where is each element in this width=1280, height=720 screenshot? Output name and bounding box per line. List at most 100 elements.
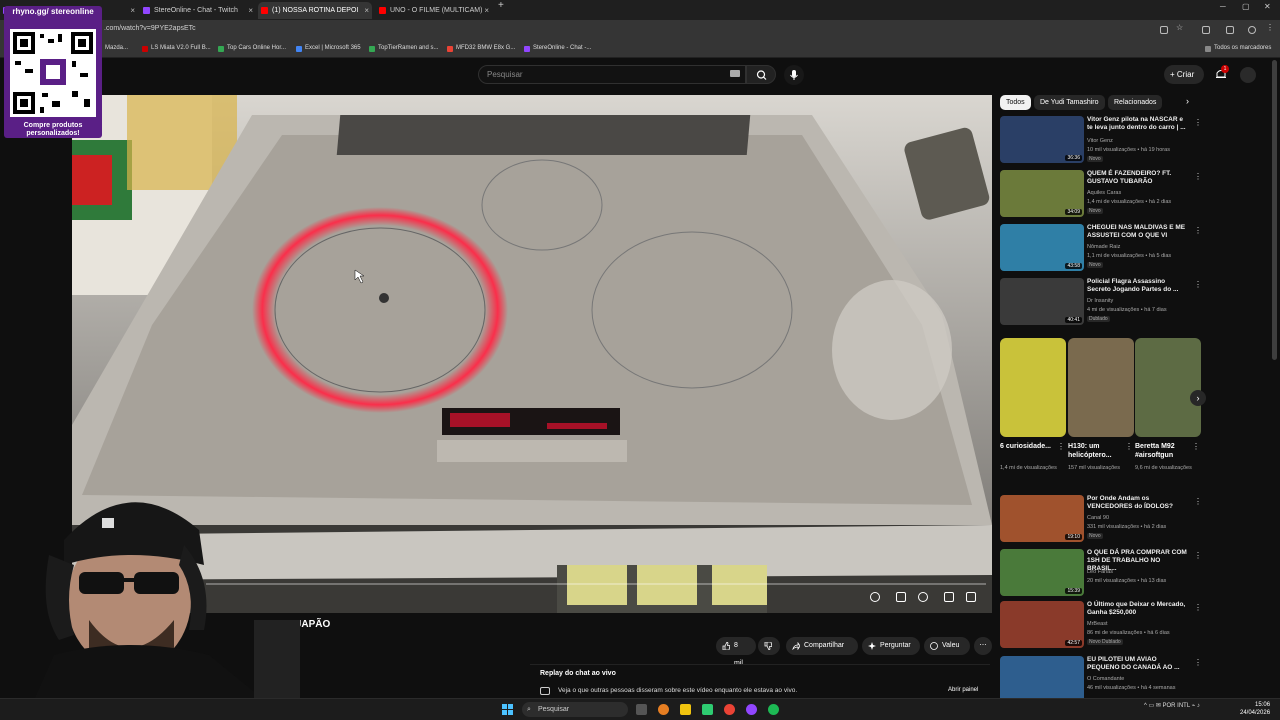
channel-name[interactable]: Canal 90: [1087, 515, 1190, 521]
short-title[interactable]: 6 curiosidade...: [1000, 442, 1058, 451]
video-progress-bar[interactable]: [206, 583, 986, 585]
short-thumbnail[interactable]: [1000, 338, 1066, 437]
bookmark-item[interactable]: Top Cars Online Hor...: [218, 45, 286, 52]
shorts-next-button[interactable]: ›: [1190, 390, 1206, 406]
system-tray[interactable]: ^ ▭ ✉ POR INTL ⌁ ♪: [1144, 702, 1200, 709]
close-window-icon[interactable]: ✕: [1264, 2, 1271, 11]
open-panel-button[interactable]: Abrir painel: [948, 687, 978, 693]
short-title[interactable]: H130: um helicóptero...: [1068, 442, 1126, 460]
video-title[interactable]: Vitor Genz pilota na NASCAR e te leva ju…: [1087, 116, 1190, 132]
short-thumbnail[interactable]: [1068, 338, 1134, 437]
video-title[interactable]: O Último que Deixar o Mercado, Ganha $25…: [1087, 601, 1190, 617]
cast-icon[interactable]: [1160, 26, 1168, 34]
chrome-icon[interactable]: [724, 704, 735, 715]
video-thumbnail[interactable]: 42:57: [1000, 601, 1084, 648]
video-thumbnail[interactable]: 36:36: [1000, 116, 1084, 163]
more-icon[interactable]: ⋮: [1192, 442, 1200, 451]
more-icon[interactable]: ⋮: [1194, 658, 1200, 667]
profile-icon[interactable]: [1248, 26, 1256, 34]
thanks-button[interactable]: Valeu: [924, 637, 970, 655]
video-title[interactable]: EU PILOTEI UM AVIÃO PEQUENO DO CANADÁ AO…: [1087, 656, 1190, 672]
channel-name[interactable]: Aquiles Caras: [1087, 190, 1190, 196]
tab-youtube-uno[interactable]: UNO - O FILME (MULTICAM) ×: [376, 2, 492, 19]
more-icon[interactable]: ⋮: [1194, 603, 1202, 612]
video-thumbnail[interactable]: 19:10: [1000, 495, 1084, 542]
short-thumbnail[interactable]: [1135, 338, 1201, 437]
chip-channel[interactable]: De Yudi Tamashiro: [1034, 95, 1105, 110]
more-icon[interactable]: ⋮: [1057, 442, 1065, 451]
task-view-icon[interactable]: [636, 704, 647, 715]
autoplay-toggle-icon[interactable]: [870, 592, 880, 602]
video-thumbnail[interactable]: 15:39: [1000, 549, 1084, 596]
fullscreen-icon[interactable]: [966, 592, 976, 602]
star-icon[interactable]: ☆: [1176, 23, 1184, 32]
channel-name[interactable]: Vitor Genz: [1087, 138, 1190, 144]
address-bar[interactable]: .com/watch?v=9PYE2apsETc: [104, 25, 196, 32]
close-icon[interactable]: ×: [130, 2, 135, 19]
video-title[interactable]: QUEM É FAZENDEIRO? FT. GUSTAVO TUBARÃO: [1087, 170, 1190, 186]
bookmark-item[interactable]: StereOnline - Chat -...: [524, 45, 591, 52]
video-thumbnail[interactable]: 40:41: [1000, 278, 1084, 325]
bookmark-item[interactable]: TopTierRamen and s...: [369, 45, 438, 52]
theater-mode-icon[interactable]: [944, 592, 954, 602]
scrollbar[interactable]: [1272, 60, 1277, 360]
recommended-video[interactable]: 40:41 Policial Flagra Assassino Secreto …: [1000, 278, 1202, 330]
recommended-video[interactable]: 42:57 O Último que Deixar o Mercado, Gan…: [1000, 601, 1202, 653]
extensions-icon[interactable]: [1202, 26, 1210, 34]
search-input[interactable]: Pesquisar: [478, 65, 746, 84]
more-icon[interactable]: ⋮: [1194, 172, 1202, 181]
channel-name[interactable]: Nômade Raiz: [1087, 244, 1190, 250]
close-icon[interactable]: ×: [484, 2, 489, 19]
settings-icon[interactable]: [918, 592, 928, 602]
browser-icon[interactable]: [658, 704, 669, 715]
ask-button[interactable]: Perguntar: [862, 637, 920, 655]
channel-name[interactable]: Dr Insanity: [1087, 298, 1190, 304]
recommended-video[interactable]: 19:10 Por Onde Andam os VENCEDORES do ÍD…: [1000, 495, 1202, 547]
dislike-button[interactable]: [758, 637, 780, 655]
avatar[interactable]: [1240, 67, 1256, 83]
recommended-video[interactable]: 15:39 O QUE DÁ PRA COMPRAR COM 1SH DE TR…: [1000, 549, 1202, 601]
short-title[interactable]: Beretta M92 #airsoftgun: [1135, 442, 1193, 460]
more-icon[interactable]: ⋮: [1194, 226, 1202, 235]
bookmark-item[interactable]: MFD32 BMW E8x G...: [447, 45, 515, 52]
like-button[interactable]: 8 mil: [716, 637, 756, 667]
spotify-icon[interactable]: [768, 704, 779, 715]
more-icon[interactable]: ⋮: [1194, 280, 1202, 289]
file-explorer-icon[interactable]: [680, 704, 691, 715]
keyboard-icon[interactable]: [730, 70, 740, 77]
clock[interactable]: 15:06 24/04/2026: [1240, 701, 1270, 717]
chip-all[interactable]: Todos: [1000, 95, 1031, 110]
recommended-video[interactable]: 34:09 QUEM É FAZENDEIRO? FT. GUSTAVO TUB…: [1000, 170, 1202, 222]
discord-icon[interactable]: [746, 704, 757, 715]
video-title[interactable]: Por Onde Andam os VENCEDORES do ÍDOLOS?: [1087, 495, 1190, 511]
channel-name[interactable]: Leo Farias: [1087, 569, 1190, 575]
new-tab-button[interactable]: +: [498, 0, 504, 11]
taskbar-search[interactable]: ⌕ Pesquisar: [522, 702, 628, 717]
more-icon[interactable]: ⋮: [1194, 551, 1202, 560]
recommended-video[interactable]: 36:36 Vitor Genz pilota na NASCAR e te l…: [1000, 116, 1202, 168]
minimize-icon[interactable]: ─: [1220, 2, 1226, 11]
more-icon[interactable]: ⋮: [1125, 442, 1133, 451]
windows-start-icon[interactable]: [502, 704, 513, 715]
app-icon[interactable]: [702, 704, 713, 715]
more-icon[interactable]: ⋮: [1194, 497, 1202, 506]
chevron-right-icon[interactable]: ›: [1186, 96, 1189, 106]
tab-youtube-rotina[interactable]: (1) NOSSA ROTINA DEPOI ×: [258, 2, 372, 19]
subtitles-icon[interactable]: [896, 592, 906, 602]
recommended-video[interactable]: 43:58 CHEGUEI NAS MALDIVAS E ME ASSUSTEI…: [1000, 224, 1202, 276]
notifications-button[interactable]: 1: [1214, 65, 1229, 81]
search-button[interactable]: [746, 65, 776, 84]
download-icon[interactable]: [1226, 26, 1234, 34]
close-icon[interactable]: ×: [248, 2, 253, 19]
close-icon[interactable]: ×: [364, 2, 369, 19]
video-title[interactable]: Policial Flagra Assassino Secreto Jogand…: [1087, 278, 1190, 294]
bookmark-item[interactable]: LS Miata V2.0 Full B...: [142, 45, 211, 52]
more-actions-button[interactable]: ⋯: [974, 637, 992, 655]
all-bookmarks[interactable]: Todos os marcadores: [1205, 45, 1271, 52]
video-thumbnail[interactable]: 43:58: [1000, 224, 1084, 271]
chip-related[interactable]: Relacionados: [1108, 95, 1163, 110]
channel-name[interactable]: MrBeast: [1087, 621, 1190, 627]
menu-icon[interactable]: ⋮: [1266, 23, 1274, 32]
voice-search-button[interactable]: [784, 65, 804, 85]
share-button[interactable]: Compartilhar: [786, 637, 858, 655]
